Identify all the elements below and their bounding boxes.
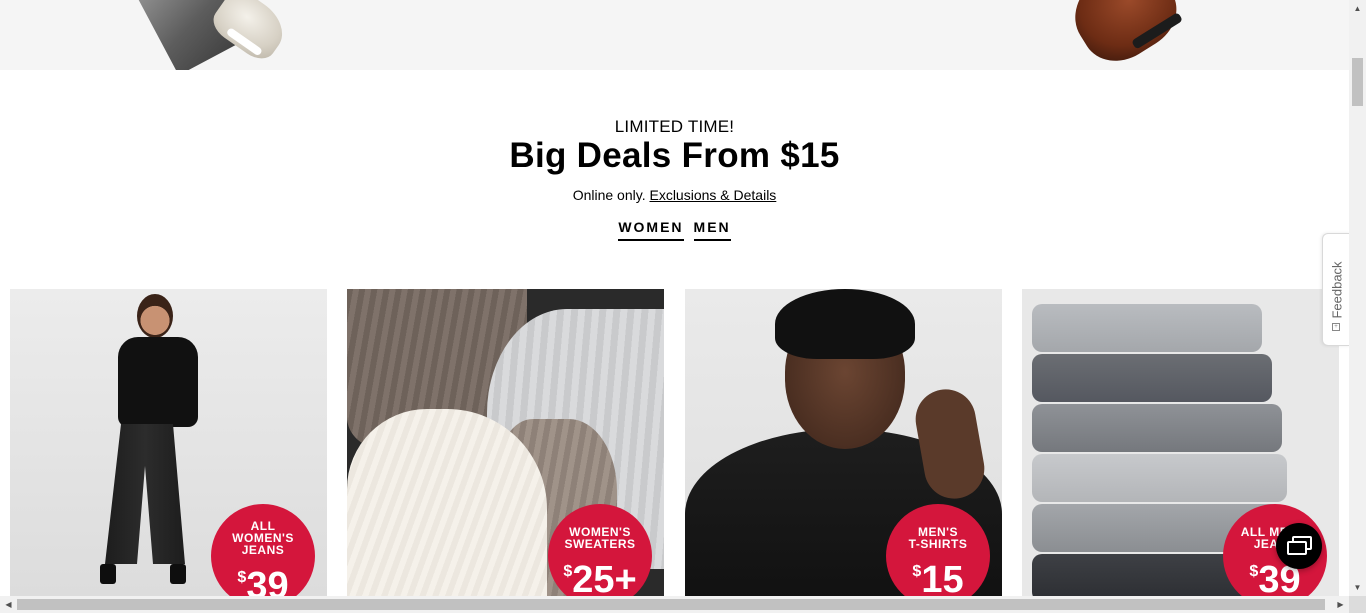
model-top-image [118, 337, 198, 427]
badge-line: T-SHIRTS [908, 537, 968, 551]
badge-currency: $ [1249, 563, 1259, 580]
card-womens-sweaters[interactable]: WOMEN'S SWEATERS $25+ [347, 289, 664, 599]
scroll-down-arrow-icon[interactable]: ▼ [1349, 579, 1366, 596]
badge-amount: 15 [921, 559, 964, 599]
page: LIMITED TIME! Big Deals From $15 Online … [0, 0, 1366, 613]
hero-boot-image [1060, 0, 1190, 70]
model-head-image [137, 294, 173, 338]
promo-sub-label: Online only. [572, 187, 646, 203]
scrollbar-corner [1349, 596, 1366, 613]
feedback-tab[interactable]: Feedback + [1322, 233, 1350, 346]
badge-amount: 25+ [572, 559, 637, 599]
gender-tabs: WOMEN MEN [0, 219, 1349, 241]
hero-banner[interactable] [0, 0, 1349, 70]
scroll-up-arrow-icon[interactable]: ▲ [1349, 0, 1366, 17]
badge-currency: $ [237, 569, 247, 586]
promo-eyebrow: LIMITED TIME! [614, 117, 735, 136]
scroll-right-arrow-icon[interactable]: ▶ [1332, 596, 1349, 613]
model-pants-image [105, 424, 185, 564]
jeans-image [1032, 454, 1287, 502]
badge-label: MEN'S T-SHIRTS [886, 526, 990, 550]
vertical-scroll-thumb[interactable] [1352, 58, 1363, 106]
deal-cards: ALL WOMEN'S JEANS $39 WOMEN'S SWEATERS $… [10, 289, 1340, 599]
model-shoe-image [170, 564, 186, 584]
horizontal-scrollbar[interactable]: ◀ ▶ [0, 596, 1349, 613]
model-hair-image [775, 289, 915, 359]
price-badge: MEN'S T-SHIRTS $15 [886, 504, 990, 599]
badge-amount: 39 [246, 565, 289, 599]
promo-section: LIMITED TIME! Big Deals From $15 Online … [0, 117, 1349, 203]
badge-price: $39 [211, 558, 315, 599]
horizontal-scroll-thumb[interactable] [17, 599, 1325, 610]
badge-line: JEANS [241, 543, 285, 557]
promo-subtext: Online only. Exclusions & Details [0, 187, 1349, 203]
jeans-image [1032, 404, 1282, 452]
scroll-left-arrow-icon[interactable]: ◀ [0, 596, 17, 613]
promo-headline: Big Deals From $15 [509, 136, 840, 175]
badge-price: $15 [886, 552, 990, 599]
feedback-label: Feedback [1329, 260, 1344, 319]
price-badge: WOMEN'S SWEATERS $25+ [548, 504, 652, 599]
chat-bubbles-icon [1287, 541, 1307, 555]
card-womens-jeans[interactable]: ALL WOMEN'S JEANS $39 [10, 289, 327, 599]
feedback-icon: + [1332, 323, 1340, 331]
hero-sneaker-image [206, 0, 294, 66]
badge-line: SWEATERS [564, 537, 636, 551]
tab-women[interactable]: WOMEN [618, 219, 684, 241]
chat-button[interactable] [1276, 523, 1322, 569]
badge-label: ALL WOMEN'S JEANS [211, 520, 315, 556]
badge-currency: $ [912, 563, 922, 580]
exclusions-details-link[interactable]: Exclusions & Details [649, 187, 776, 203]
price-badge: ALL WOMEN'S JEANS $39 [211, 504, 315, 599]
tab-men[interactable]: MEN [693, 219, 731, 241]
card-mens-tshirts[interactable]: MEN'S T-SHIRTS $15 [685, 289, 1002, 599]
badge-price: $25+ [548, 552, 652, 599]
badge-currency: $ [563, 563, 573, 580]
jeans-image [1032, 304, 1262, 352]
vertical-scrollbar[interactable]: ▲ ▼ [1349, 0, 1366, 596]
jeans-image [1032, 354, 1272, 402]
model-shoe-image [100, 564, 116, 584]
sweater-image [347, 409, 547, 599]
badge-label: WOMEN'S SWEATERS [548, 526, 652, 550]
